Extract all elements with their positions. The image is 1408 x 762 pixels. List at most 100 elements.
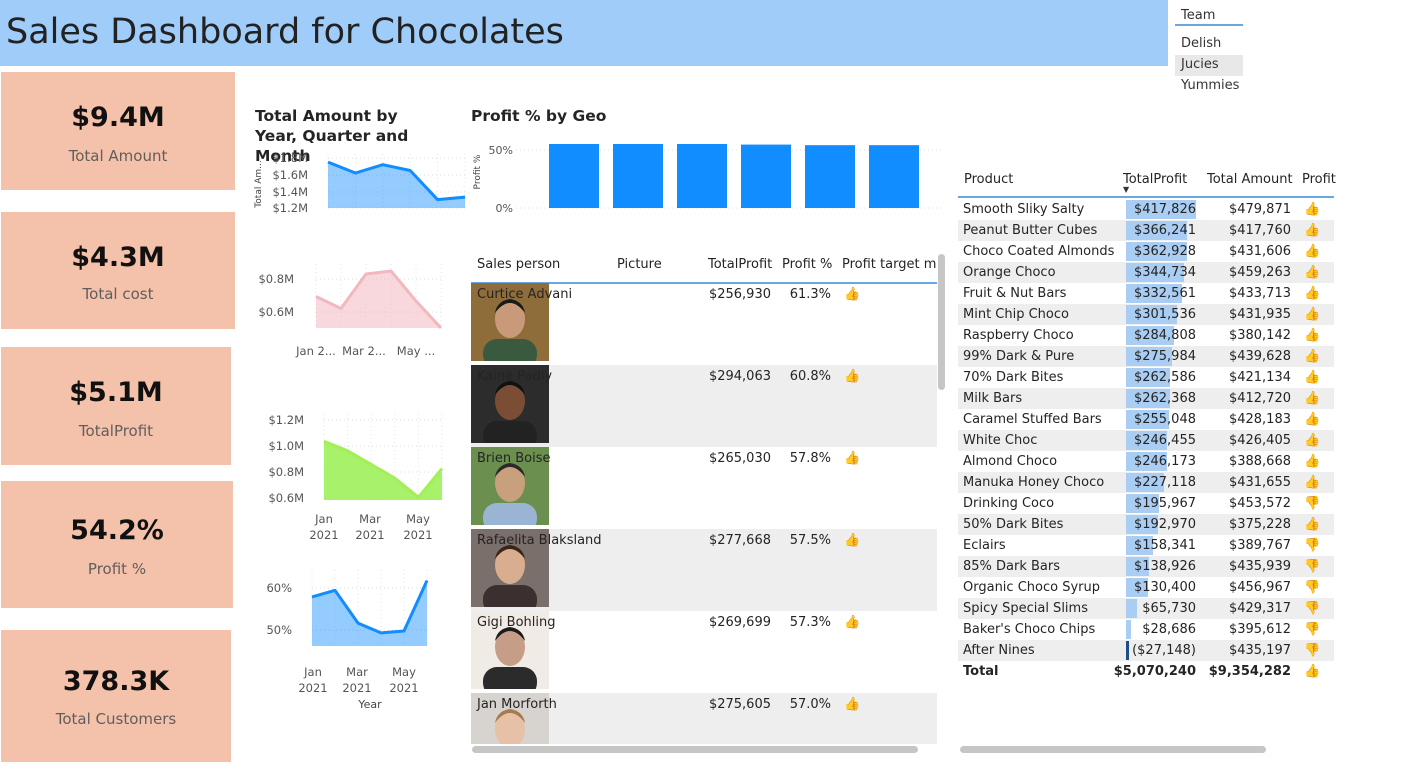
total-amount-value: $431,935 [1228, 307, 1291, 322]
total-amount-value: $426,405 [1228, 433, 1291, 448]
col-header-profit-pct[interactable]: Profit % [782, 257, 832, 272]
geo-bar[interactable] [613, 144, 663, 208]
table-row[interactable]: Organic Choco Syrup $130,400 $456,967 👎 [958, 577, 1334, 598]
thumbs-up-icon: 👍 [1304, 286, 1321, 301]
table-row[interactable]: Almond Choco $246,173 $388,668 👍 [958, 451, 1334, 472]
table-row[interactable]: Jan Morforth $275,605 57.0% 👍 [471, 693, 937, 744]
geo-bar[interactable] [549, 144, 599, 208]
product-name: Peanut Butter Cubes [963, 223, 1098, 238]
kpi-value: 378.3K [62, 666, 170, 697]
table-row[interactable]: Caramel Stuffed Bars $255,048 $428,183 👍 [958, 409, 1334, 430]
table-row[interactable]: Fruit & Nut Bars $332,561 $433,713 👍 [958, 283, 1334, 304]
table-row[interactable]: Milk Bars $262,368 $412,720 👍 [958, 388, 1334, 409]
col-header-total-profit[interactable]: TotalProfit [1123, 172, 1187, 187]
chart-title-profit-geo: Profit % by Geo [471, 107, 607, 125]
table-row[interactable]: Spicy Special Slims $65,730 $429,317 👎 [958, 598, 1334, 619]
x-tick-label: Jan 2021 [309, 512, 338, 542]
total-profit-value: $344,734 [1133, 265, 1196, 280]
team-slicer[interactable]: Team Delish Jucies Yummies [1175, 4, 1243, 97]
col-header-picture[interactable]: Picture [617, 257, 662, 272]
col-header-sales-person[interactable]: Sales person [477, 257, 560, 272]
profit-pct-value: 60.8% [789, 369, 831, 384]
thumbs-up-icon: 👍 [1304, 307, 1321, 322]
total-amount-line-chart[interactable]: Total Am... $1.8M $1.6M $1.4M $1.2M [250, 148, 470, 216]
total-amount-value: $459,263 [1228, 265, 1291, 280]
table-row[interactable]: Curtice Advani $256,930 61.3% 👍 [471, 283, 937, 369]
table-row[interactable]: Choco Coated Almonds $362,928 $431,606 👍 [958, 241, 1334, 262]
total-label: Total [963, 664, 999, 679]
total-profit-value: $284,808 [1133, 328, 1196, 343]
total-profit-value: $138,926 [1133, 559, 1196, 574]
col-header-profit-target[interactable]: Profit target me [842, 257, 937, 272]
table-row[interactable]: Mint Chip Choco $301,536 $431,935 👍 [958, 304, 1334, 325]
table-row[interactable]: 85% Dark Bars $138,926 $435,939 👎 [958, 556, 1334, 577]
col-header-total-profit[interactable]: TotalProfit [708, 257, 772, 272]
col-header-product[interactable]: Product [964, 172, 1013, 187]
table-header: Product TotalProfit ▼ Total Amount Profi… [958, 170, 1336, 198]
product-table-horizontal-scrollbar[interactable] [960, 746, 1266, 753]
product-name: Organic Choco Syrup [963, 580, 1100, 595]
table-row[interactable]: 50% Dark Bites $192,970 $375,228 👍 [958, 514, 1334, 535]
total-profit-sum: $5,070,240 [1113, 664, 1196, 679]
sales-table-horizontal-scrollbar[interactable] [472, 746, 918, 753]
table-header: Sales person Picture TotalProfit Profit … [471, 250, 937, 284]
y-tick-label: $1.2M [272, 201, 308, 215]
x-tick-label: May 2021 [403, 512, 432, 542]
total-profit-value: $277,668 [708, 533, 771, 548]
geo-bar[interactable] [869, 145, 919, 208]
table-row[interactable]: Brien Boise $265,030 57.8% 👍 [471, 447, 937, 533]
total-amount-value: $433,713 [1228, 286, 1291, 301]
x-tick-label: May 2021 [389, 665, 418, 695]
kpi-card-total-profit: $5.1M TotalProfit [1, 347, 231, 465]
table-row[interactable]: 70% Dark Bites $262,586 $421,134 👍 [958, 367, 1334, 388]
total-profit-value: $227,118 [1133, 475, 1196, 490]
sales-person-table[interactable]: Sales person Picture TotalProfit Profit … [471, 250, 937, 744]
thumbs-down-icon: 👎 [1304, 643, 1321, 658]
table-row[interactable]: White Choc $246,455 $426,405 👍 [958, 430, 1334, 451]
profit-by-geo-bar-chart[interactable]: Profit % 50% 0% [466, 136, 946, 220]
slicer-option[interactable]: Yummies [1175, 76, 1243, 97]
total-amount-value: $417,760 [1228, 223, 1291, 238]
table-row[interactable]: After Nines ($27,148) $435,197 👎 [958, 640, 1334, 661]
table-row[interactable]: 99% Dark & Pure $275,984 $439,628 👍 [958, 346, 1334, 367]
thumbs-up-icon: 👍 [1304, 202, 1321, 217]
profit-line-chart[interactable]: $1.2M $1.0M $0.8M $0.6M Jan 2021 Mar 2021 May 202… [250, 408, 470, 548]
profit-pct-line-chart[interactable]: Year 60% 50% Jan 2021 Mar 2021 May 2021 [250, 566, 470, 716]
table-row[interactable]: Smooth Sliky Salty $417,826 $479,871 👍 [958, 199, 1334, 220]
slicer-option-selected[interactable]: Jucies [1175, 55, 1243, 76]
total-amount-value: $431,655 [1228, 475, 1291, 490]
table-row[interactable]: Rafaelita Blaksland $277,668 57.5% 👍 [471, 529, 937, 615]
x-tick-label: Mar 2021 [342, 665, 371, 695]
total-profit-value: $275,605 [708, 697, 771, 712]
x-tick-label: Mar 2021 [355, 512, 384, 542]
total-amount-value: $431,606 [1228, 244, 1291, 259]
table-row[interactable]: Baker's Choco Chips $28,686 $395,612 👎 [958, 619, 1334, 640]
slicer-option[interactable]: Delish [1175, 34, 1243, 55]
total-amount-value: $388,668 [1228, 454, 1291, 469]
table-row[interactable]: Raspberry Choco $284,808 $380,142 👍 [958, 325, 1334, 346]
geo-bar[interactable] [677, 144, 727, 208]
y-tick-label: $0.6M [268, 491, 304, 505]
kpi-value: 54.2% [70, 515, 164, 546]
total-amount-value: $435,197 [1228, 643, 1291, 658]
table-row[interactable]: Manuka Honey Choco $227,118 $431,655 👍 [958, 472, 1334, 493]
total-amount-value: $456,967 [1228, 580, 1291, 595]
table-row[interactable]: Gigi Bohling $269,699 57.3% 👍 [471, 611, 937, 697]
kpi-card-profit-pct: 54.2% Profit % [1, 481, 233, 608]
table-row[interactable]: Peanut Butter Cubes $366,241 $417,760 👍 [958, 220, 1334, 241]
product-name: Milk Bars [963, 391, 1023, 406]
table-row[interactable]: Kaine Padly $294,063 60.8% 👍 [471, 365, 937, 451]
col-header-profit[interactable]: Profit [1302, 172, 1336, 187]
total-profit-value: $269,699 [708, 615, 771, 630]
geo-bar[interactable] [805, 145, 855, 208]
table-row[interactable]: Orange Choco $344,734 $459,263 👍 [958, 262, 1334, 283]
table-row[interactable]: Eclairs $158,341 $389,767 👎 [958, 535, 1334, 556]
geo-bar[interactable] [741, 144, 791, 208]
cost-line-chart[interactable]: $0.8M $0.6M Jan 2... Mar 2... May ... [250, 264, 470, 364]
thumbs-up-icon: 👍 [1304, 433, 1321, 448]
table-row[interactable]: Drinking Coco $195,967 $453,572 👎 [958, 493, 1334, 514]
sales-person-name: Brien Boise [477, 451, 551, 466]
col-header-total-amount[interactable]: Total Amount [1207, 172, 1293, 187]
sales-table-vertical-scrollbar[interactable] [938, 254, 945, 390]
sort-desc-icon[interactable]: ▼ [1123, 185, 1129, 194]
